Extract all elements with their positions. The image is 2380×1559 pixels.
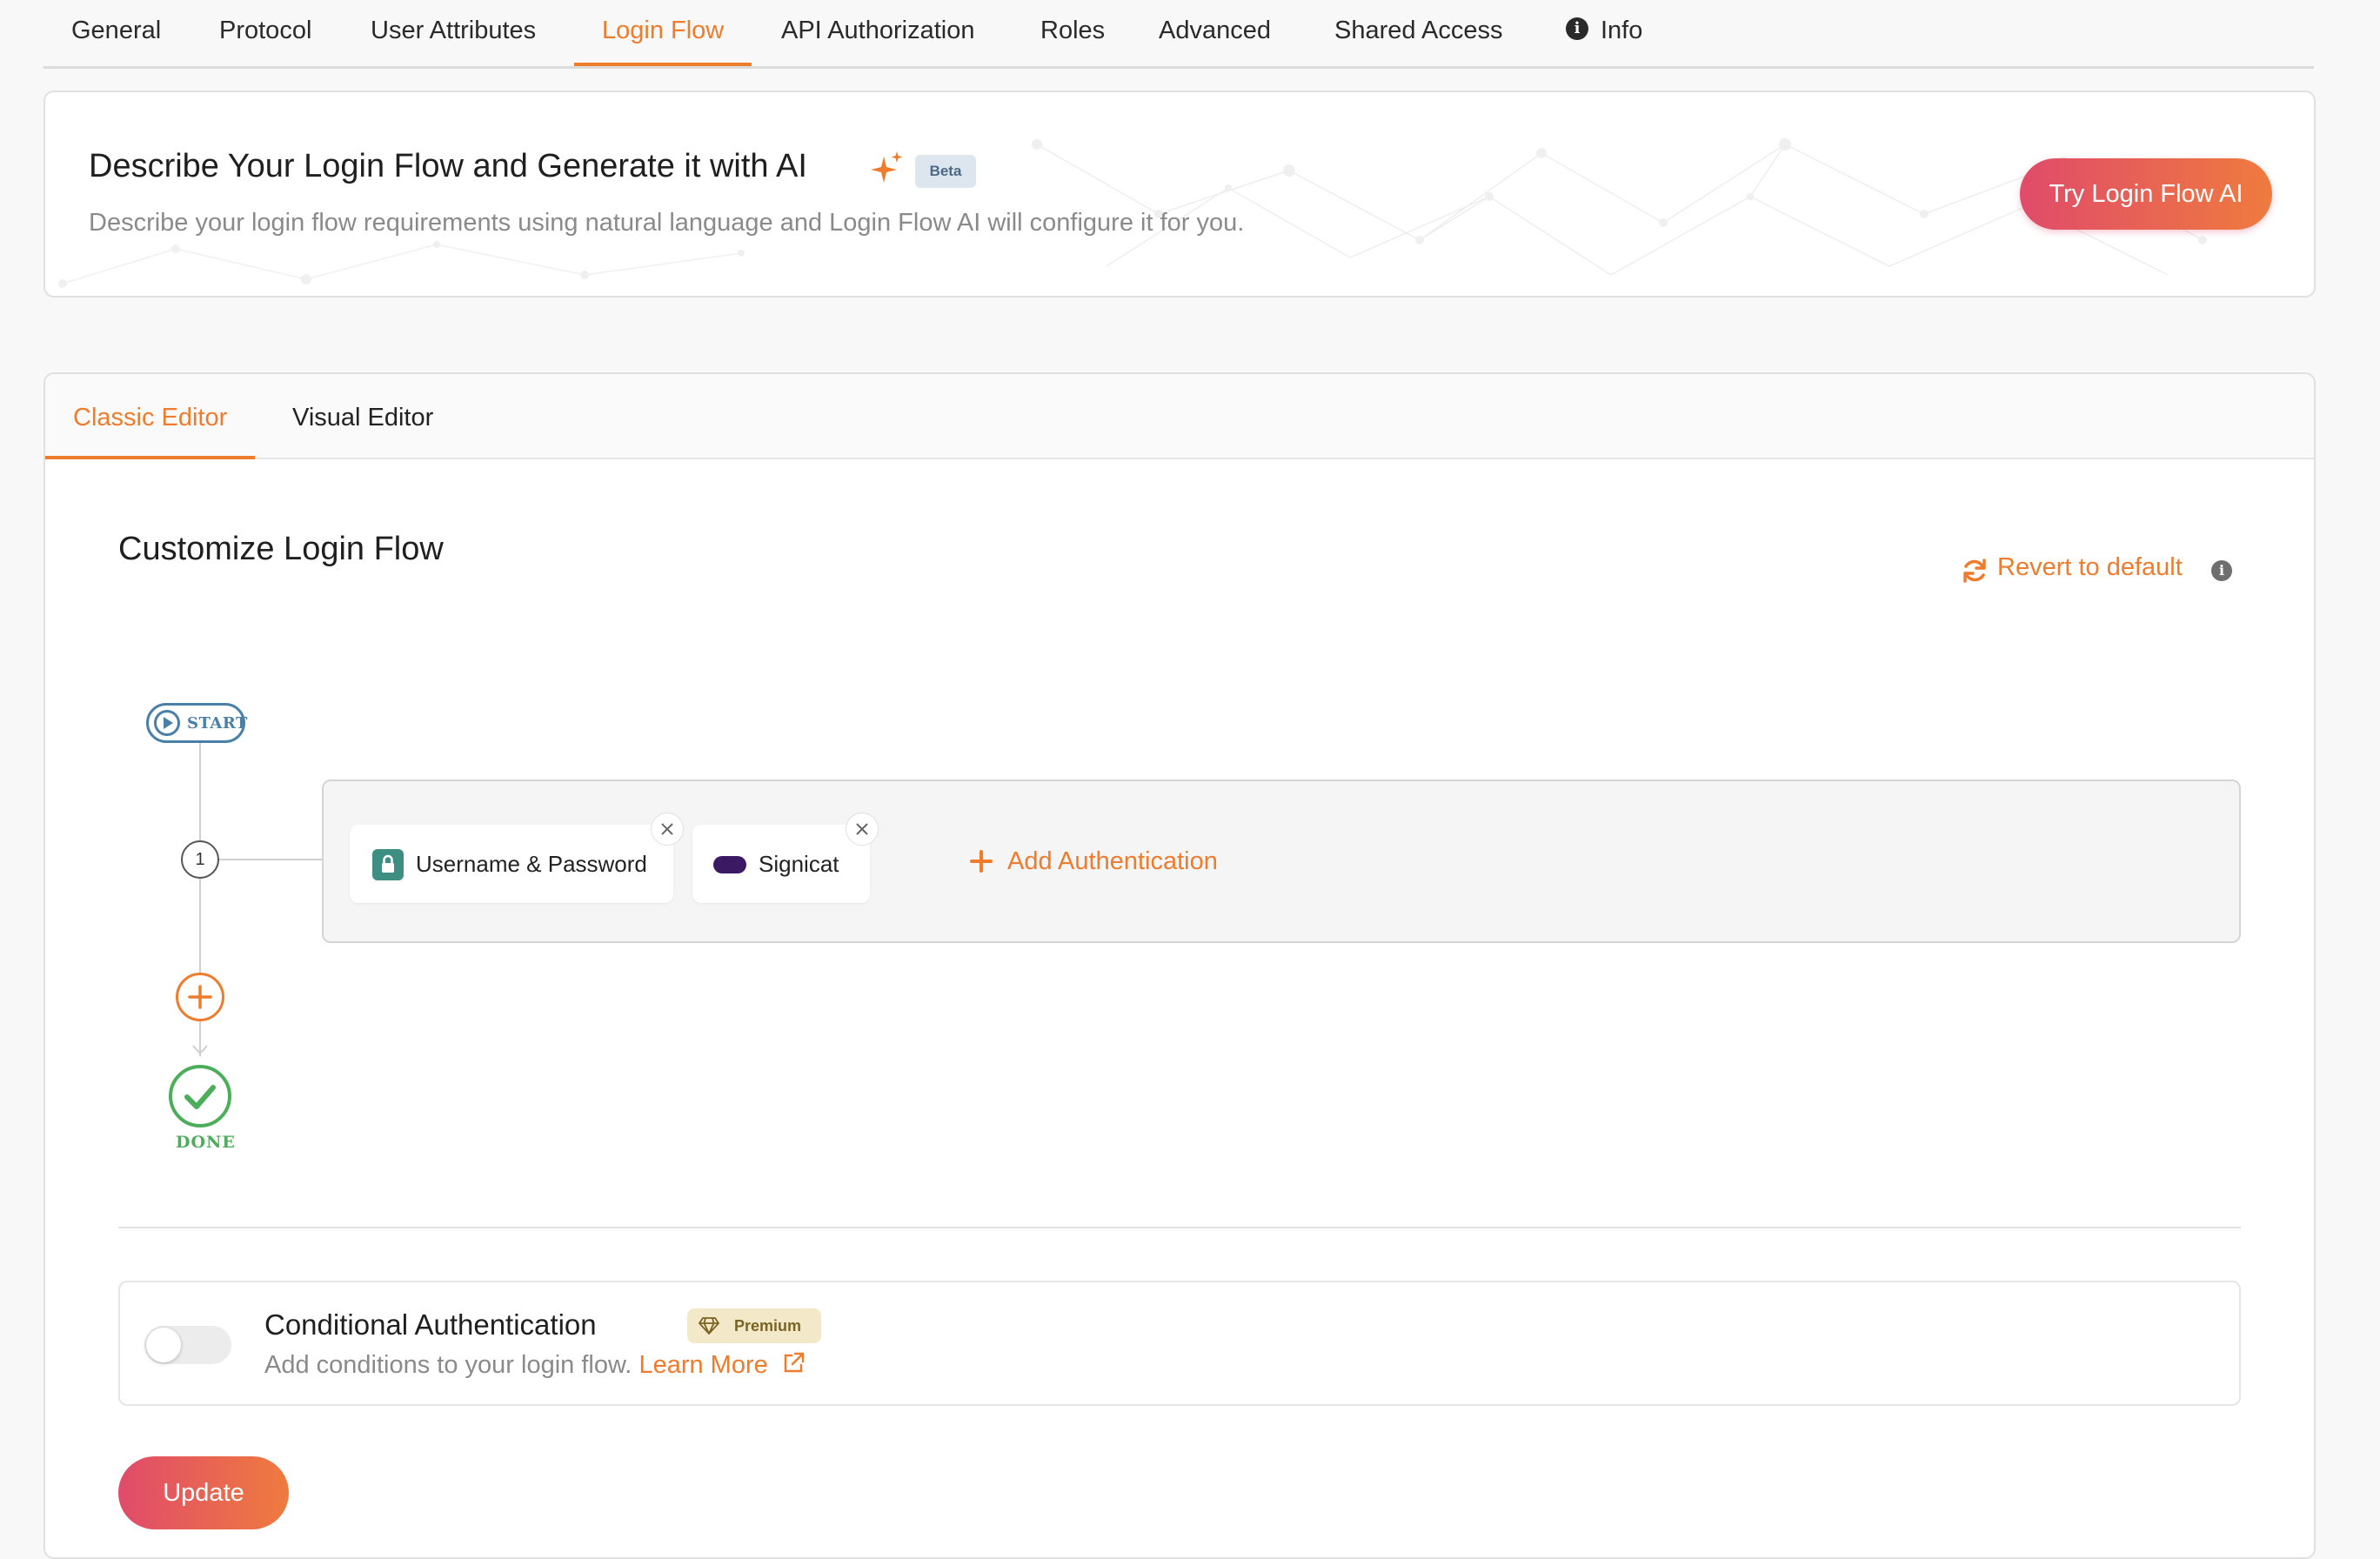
tab-login-flow[interactable]: Login Flow: [574, 0, 752, 66]
conditional-authentication-toggle[interactable]: [144, 1326, 231, 1364]
start-node: START: [146, 703, 248, 743]
lock-icon: [372, 849, 404, 880]
section-divider: [118, 1227, 2241, 1228]
checkmark-icon: [184, 1085, 216, 1109]
tab-info[interactable]: i Info: [1566, 0, 1642, 64]
signicat-logo-icon: [713, 856, 746, 873]
top-tab-bar: General Protocol User Attributes Login F…: [43, 0, 2314, 69]
plus-icon: [188, 985, 212, 1009]
update-button[interactable]: Update: [118, 1456, 289, 1529]
login-flow-editor-card: Classic Editor Visual Editor Customize L…: [43, 372, 2316, 1559]
beta-badge: Beta: [915, 155, 976, 188]
try-login-flow-ai-button[interactable]: Try Login Flow AI: [2020, 158, 2272, 230]
conditional-authentication-card: Conditional Authentication Premium Add c…: [118, 1281, 2241, 1406]
remove-username-password-button[interactable]: [651, 813, 684, 846]
refresh-icon[interactable]: [1961, 557, 1989, 585]
revert-to-default-link[interactable]: Revert to default: [1997, 553, 2183, 582]
tab-protocol[interactable]: Protocol: [219, 0, 311, 64]
flow-connector-horizontal: [219, 859, 322, 860]
step-number-badge: 1: [181, 840, 219, 879]
tab-info-label: Info: [1601, 17, 1643, 44]
auth-method-label: Username & Password: [416, 851, 647, 877]
customize-login-flow-title: Customize Login Flow: [118, 531, 444, 567]
ai-banner-subtitle: Describe your login flow requirements us…: [89, 209, 1245, 237]
flow-connector: [199, 879, 201, 973]
flow-connector: [199, 743, 201, 840]
conditional-authentication-description: Add conditions to your login flow. Learn…: [264, 1350, 806, 1380]
auth-method-username-password[interactable]: Username & Password: [350, 813, 684, 903]
toggle-knob: [146, 1328, 181, 1362]
step-1-container: Username & Password Signicat Add Authent…: [322, 780, 2241, 943]
conditional-authentication-title: Conditional Authentication: [264, 1308, 597, 1341]
tab-visual-editor[interactable]: Visual Editor: [292, 374, 433, 458]
external-link-icon[interactable]: [780, 1350, 806, 1376]
premium-badge: Premium: [687, 1308, 821, 1343]
revert-info-icon[interactable]: i: [2211, 560, 2232, 581]
premium-label: Premium: [734, 1317, 802, 1335]
plus-icon[interactable]: [969, 849, 993, 873]
remove-signicat-button[interactable]: [846, 813, 879, 846]
tab-roles[interactable]: Roles: [1040, 0, 1105, 64]
sparkle-icon: [871, 151, 903, 183]
tab-general[interactable]: General: [71, 0, 161, 64]
conditional-description-text: Add conditions to your login flow.: [264, 1351, 632, 1379]
tab-api-authorization[interactable]: API Authorization: [781, 0, 974, 64]
start-label: START: [187, 714, 248, 733]
tab-user-attributes[interactable]: User Attributes: [371, 0, 536, 64]
info-icon: i: [1566, 17, 1588, 41]
arrow-down-icon: [192, 1045, 208, 1055]
close-icon: [856, 823, 868, 835]
tab-shared-access[interactable]: Shared Access: [1334, 0, 1502, 64]
ai-banner: Describe Your Login Flow and Generate it…: [43, 90, 2316, 298]
ai-banner-title: Describe Your Login Flow and Generate it…: [89, 148, 807, 184]
play-icon: [154, 710, 180, 736]
done-label: DONE: [176, 1133, 236, 1152]
network-background-decoration-left: [58, 241, 745, 288]
add-step-button[interactable]: [176, 973, 224, 1021]
learn-more-link[interactable]: Learn More: [638, 1351, 767, 1379]
tab-classic-editor[interactable]: Classic Editor: [45, 374, 256, 459]
auth-method-label: Signicat: [759, 851, 839, 877]
diamond-icon: [699, 1317, 719, 1335]
tab-advanced[interactable]: Advanced: [1159, 0, 1271, 64]
editor-tab-bar: Classic Editor Visual Editor: [45, 374, 2314, 459]
close-icon: [661, 823, 673, 835]
done-node: [169, 1065, 231, 1127]
auth-method-signicat[interactable]: Signicat: [692, 813, 879, 903]
add-authentication-link[interactable]: Add Authentication: [1007, 847, 1218, 876]
